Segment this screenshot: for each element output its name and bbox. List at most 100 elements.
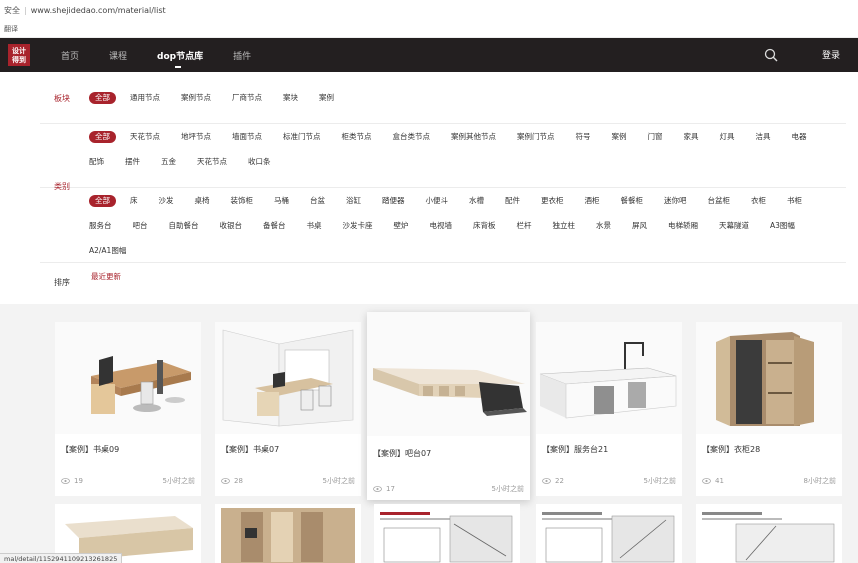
search-icon[interactable] xyxy=(764,48,778,62)
card-title[interactable]: 【案例】服务台21 xyxy=(542,444,608,455)
card-title[interactable]: 【案例】衣柜28 xyxy=(702,444,760,455)
card-thumbnail[interactable] xyxy=(536,322,682,434)
card-thumbnail-image xyxy=(221,508,355,563)
nav-plugins[interactable]: 插件 xyxy=(233,49,251,62)
filter-option[interactable]: 屏风 xyxy=(632,213,647,238)
filter-option[interactable]: 餐餐柜 xyxy=(621,188,644,213)
bookmark-translate[interactable]: 翻译 xyxy=(4,24,18,34)
filter-option[interactable]: 最近更新 xyxy=(91,264,121,289)
filter-option[interactable]: 吧台 xyxy=(133,213,148,238)
filter-option[interactable]: 独立柱 xyxy=(553,213,576,238)
filter-option[interactable]: 迷你吧 xyxy=(664,188,687,213)
filter-option[interactable]: 标准门节点 xyxy=(283,124,321,149)
url-text[interactable]: www.shejidedao.com/material/list xyxy=(31,6,166,15)
filter-option[interactable]: 通用节点 xyxy=(130,85,160,110)
filter-option[interactable]: 备餐台 xyxy=(263,213,286,238)
filter-option[interactable]: 配件 xyxy=(505,188,520,213)
card-thumbnail[interactable] xyxy=(367,312,530,436)
filter-option[interactable]: 小便斗 xyxy=(426,188,449,213)
filter-option[interactable]: 床 xyxy=(130,188,138,213)
filter-option[interactable]: 水槽 xyxy=(469,188,484,213)
material-card-partial[interactable] xyxy=(374,504,520,563)
card-thumbnail[interactable] xyxy=(215,322,361,434)
filter-option[interactable]: 自助餐台 xyxy=(169,213,199,238)
filter-option[interactable]: 门窗 xyxy=(648,124,663,149)
filter-option[interactable]: 家具 xyxy=(684,124,699,149)
filter-option[interactable]: 柜类节点 xyxy=(342,124,372,149)
filter-option[interactable]: 地坪节点 xyxy=(181,124,211,149)
filter-option[interactable]: 天幕隧道 xyxy=(719,213,749,238)
filter-option[interactable]: 沙发卡座 xyxy=(343,213,373,238)
filter-option[interactable]: 盒台类节点 xyxy=(393,124,431,149)
card-thumbnail[interactable] xyxy=(55,322,201,434)
material-card[interactable]: 【案例】书桌09 19 5小时之前 xyxy=(55,322,201,496)
filter-option[interactable]: 墙面节点 xyxy=(232,124,262,149)
material-card-hover[interactable]: 【案例】吧台07 17 5小时之前 xyxy=(367,312,530,500)
filter-option[interactable]: 栏杆 xyxy=(517,213,532,238)
filter-option[interactable]: 更衣柜 xyxy=(541,188,564,213)
filter-option-all[interactable]: 全部 xyxy=(89,195,116,207)
filter-option[interactable]: 收口条 xyxy=(248,149,271,174)
service-counter-render-image xyxy=(539,342,677,419)
material-card-partial[interactable] xyxy=(536,504,682,563)
filter-option[interactable]: 桌椅 xyxy=(195,188,210,213)
filter-option[interactable]: 案例 xyxy=(612,124,627,149)
filter-label: 排序 xyxy=(54,278,70,287)
view-count-value: 28 xyxy=(234,477,243,485)
nav-home[interactable]: 首页 xyxy=(61,49,79,62)
filter-option[interactable]: 服务台 xyxy=(89,213,112,238)
login-link[interactable]: 登录 xyxy=(822,48,840,61)
filter-option[interactable]: 书桌 xyxy=(307,213,322,238)
material-card-partial[interactable] xyxy=(696,504,842,563)
card-title[interactable]: 【案例】书桌09 xyxy=(61,444,119,455)
filter-option[interactable]: 案例其他节点 xyxy=(451,124,496,149)
filter-option[interactable]: 书柜 xyxy=(787,188,802,213)
filter-option[interactable]: A2/A1图幅 xyxy=(89,238,126,263)
filter-option[interactable]: 灯具 xyxy=(720,124,735,149)
filter-option[interactable]: 电器 xyxy=(792,124,807,149)
filter-option[interactable]: 沙发 xyxy=(159,188,174,213)
filter-option[interactable]: 天花节点 xyxy=(197,149,227,174)
filter-option[interactable]: 五金 xyxy=(161,149,176,174)
filter-option[interactable]: 案例节点 xyxy=(181,85,211,110)
material-card[interactable]: 【案例】书桌07 28 5小时之前 xyxy=(215,322,361,496)
material-card-partial[interactable] xyxy=(215,504,361,563)
card-title[interactable]: 【案例】书桌07 xyxy=(221,444,279,455)
filter-option[interactable]: 配饰 xyxy=(89,149,104,174)
filter-option[interactable]: 案例门节点 xyxy=(517,124,555,149)
filter-option[interactable]: 摆件 xyxy=(125,149,140,174)
eye-icon xyxy=(373,486,382,492)
filter-option[interactable]: 酒柜 xyxy=(585,188,600,213)
filter-option[interactable]: 台盆柜 xyxy=(708,188,731,213)
filter-option[interactable]: 壁炉 xyxy=(394,213,409,238)
filter-option[interactable]: 电视墙 xyxy=(430,213,453,238)
filter-option[interactable]: 衣柜 xyxy=(751,188,766,213)
filter-option[interactable]: 装饰柜 xyxy=(231,188,254,213)
filter-option[interactable]: 马桶 xyxy=(274,188,289,213)
filter-option[interactable]: 案例 xyxy=(319,85,334,110)
filter-option[interactable]: 水景 xyxy=(596,213,611,238)
filter-option[interactable]: 收银台 xyxy=(220,213,243,238)
filter-option-all[interactable]: 全部 xyxy=(89,131,116,143)
filter-option[interactable]: 踏便器 xyxy=(382,188,405,213)
filter-option[interactable]: 天花节点 xyxy=(130,124,160,149)
card-thumbnail[interactable] xyxy=(696,322,842,434)
filter-option-all[interactable]: 全部 xyxy=(89,92,116,104)
filter-option[interactable]: 台盆 xyxy=(310,188,325,213)
material-card[interactable]: 【案例】服务台21 22 5小时之前 xyxy=(536,322,682,496)
nav-courses[interactable]: 课程 xyxy=(109,49,127,62)
filter-option[interactable]: 案块 xyxy=(283,85,298,110)
address-bar[interactable]: 安全 | www.shejidedao.com/material/list xyxy=(0,0,858,20)
filter-option[interactable]: 厂商节点 xyxy=(232,85,262,110)
filter-option[interactable]: 床背板 xyxy=(473,213,496,238)
status-bar-url: mal/detail/1152941109213261825 xyxy=(0,553,123,563)
filter-option[interactable]: 浴缸 xyxy=(346,188,361,213)
site-logo[interactable]: 设计 得到 xyxy=(8,44,30,66)
filter-option[interactable]: A3图幅 xyxy=(770,213,795,238)
material-card[interactable]: 【案例】衣柜28 41 8小时之前 xyxy=(696,322,842,496)
filter-option[interactable]: 电梯轿厢 xyxy=(668,213,698,238)
filter-option[interactable]: 洁具 xyxy=(756,124,771,149)
filter-option[interactable]: 符号 xyxy=(576,124,591,149)
nav-dop-library[interactable]: dop节点库 xyxy=(157,49,203,68)
card-title[interactable]: 【案例】吧台07 xyxy=(373,448,431,459)
